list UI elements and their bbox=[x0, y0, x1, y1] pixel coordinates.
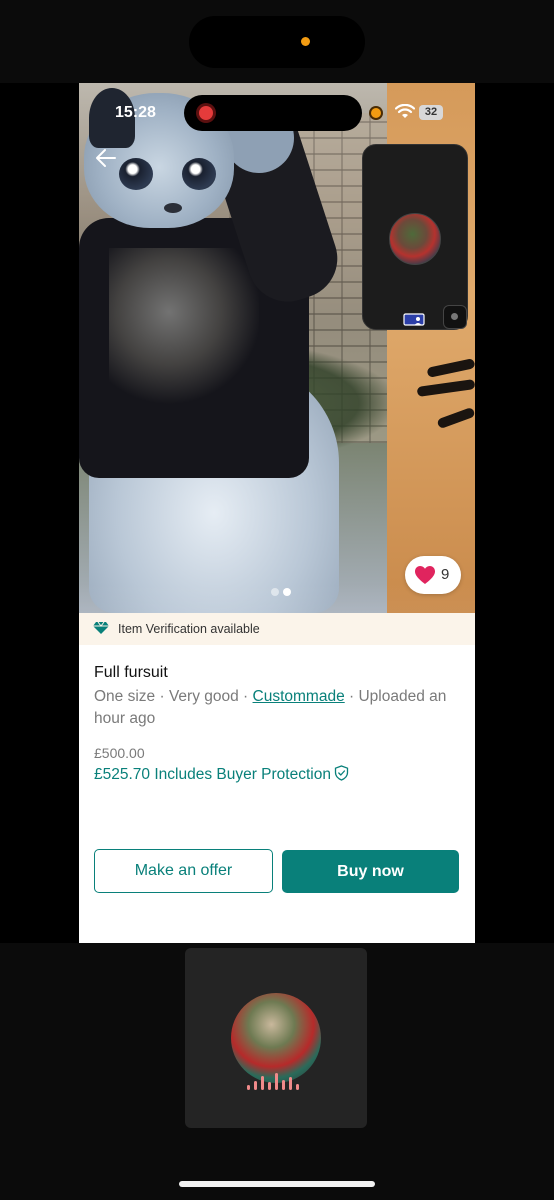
voice-activity-icon bbox=[247, 1072, 305, 1090]
meta-size-condition: One size · Very good · bbox=[94, 688, 253, 705]
page-dot-active bbox=[283, 588, 291, 596]
listing-meta: One size · Very good · Custommade · Uplo… bbox=[94, 686, 464, 730]
brand-link[interactable]: Custommade bbox=[253, 688, 345, 705]
status-time: 15:28 bbox=[115, 104, 156, 121]
item-price: £500.00 bbox=[94, 745, 145, 761]
mic-indicator-icon bbox=[371, 108, 381, 118]
listing-title: Full fursuit bbox=[94, 664, 168, 681]
favourite-button[interactable]: 9 bbox=[405, 556, 461, 594]
screen-share-icon[interactable] bbox=[403, 313, 425, 327]
recording-icon bbox=[199, 106, 213, 120]
wifi-icon bbox=[395, 104, 415, 118]
home-indicator[interactable] bbox=[179, 1181, 375, 1187]
page-dot bbox=[271, 588, 279, 596]
heart-icon bbox=[415, 566, 435, 584]
caller-avatar bbox=[231, 993, 321, 1083]
outer-dynamic-island bbox=[189, 16, 365, 68]
shield-check-icon bbox=[334, 765, 349, 781]
buy-now-button[interactable]: Buy now bbox=[282, 850, 459, 893]
camera-flip-icon[interactable] bbox=[443, 305, 467, 329]
photo-pagination bbox=[269, 588, 299, 598]
verification-text: Item Verification available bbox=[118, 622, 260, 636]
listing-screen: 15:28 32 9 Item Verification available F… bbox=[79, 83, 475, 943]
call-pip-window[interactable] bbox=[362, 144, 468, 330]
privacy-indicator-dot bbox=[301, 37, 310, 46]
diamond-icon bbox=[93, 621, 109, 634]
price-with-buyer-protection[interactable]: £525.70 Includes Buyer Protection bbox=[94, 765, 349, 784]
favourite-count: 9 bbox=[441, 566, 450, 583]
pip-caller-avatar bbox=[389, 213, 441, 265]
item-verification-banner[interactable]: Item Verification available bbox=[79, 613, 475, 645]
make-offer-button[interactable]: Make an offer bbox=[94, 849, 273, 893]
battery-indicator: 32 bbox=[419, 105, 443, 120]
call-card[interactable] bbox=[185, 948, 367, 1128]
back-arrow-icon[interactable] bbox=[95, 147, 117, 169]
listing-photo[interactable]: 15:28 32 9 bbox=[79, 83, 475, 613]
